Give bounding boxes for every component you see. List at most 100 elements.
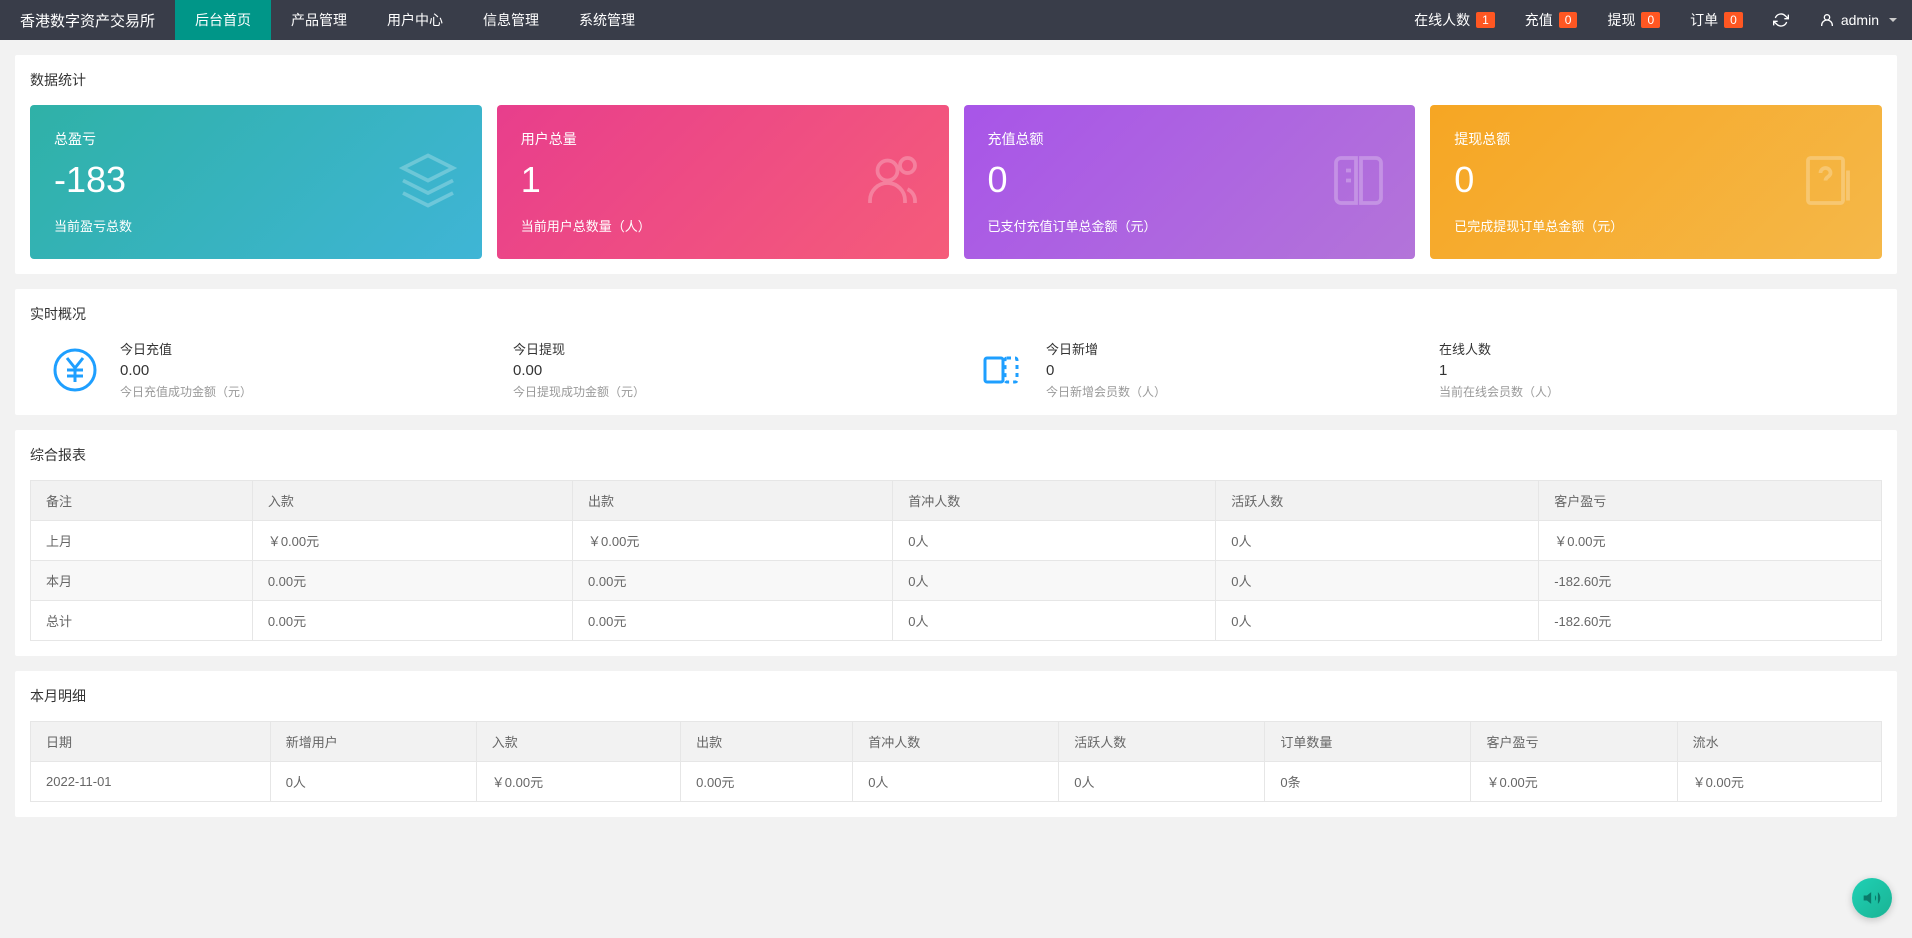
- refresh-button[interactable]: [1758, 0, 1804, 40]
- rt-value: 0: [1046, 362, 1166, 379]
- stat-card-withdraw: 提现总额 0 已完成提现订单总金额（元）: [1430, 105, 1882, 259]
- stat-card-users: 用户总量 1 当前用户总数量（人）: [497, 105, 949, 259]
- table-cell: 0人: [893, 521, 1216, 561]
- nav-dashboard[interactable]: 后台首页: [175, 0, 271, 40]
- table-cell: 0.00元: [573, 601, 893, 641]
- realtime-title: 实时概况: [30, 304, 1882, 324]
- rt-withdraw: 今日提现 0.00 今日提现成功金额（元）: [493, 339, 956, 400]
- rt-desc: 今日新增会员数（人）: [1046, 383, 1166, 400]
- deposit-label: 充值: [1525, 10, 1553, 30]
- deposit-indicator[interactable]: 充值 0: [1510, 0, 1593, 40]
- monthly-panel: 本月明细 日期新增用户入款出款首冲人数活跃人数订单数量客户盈亏流水 2022-1…: [15, 671, 1897, 817]
- table-header: 活跃人数: [1059, 722, 1265, 762]
- table-cell: 0.00元: [252, 601, 572, 641]
- table-cell: 0人: [893, 601, 1216, 641]
- rt-label: 今日新增: [1046, 339, 1166, 358]
- nav-system[interactable]: 系统管理: [559, 0, 655, 40]
- table-header: 订单数量: [1265, 722, 1471, 762]
- report-title: 综合报表: [30, 445, 1882, 465]
- rt-value: 0.00: [513, 362, 645, 379]
- table-cell: ￥0.00元: [573, 521, 893, 561]
- deposit-badge: 0: [1559, 12, 1578, 28]
- table-cell: 总计: [31, 601, 253, 641]
- stat-grid: 总盈亏 -183 当前盈亏总数 用户总量 1 当前用户总数量（人） 充值总额 0…: [30, 105, 1882, 259]
- table-cell: 0.00元: [681, 762, 853, 802]
- table-cell: 0.00元: [573, 561, 893, 601]
- table-header: 出款: [573, 481, 893, 521]
- username: admin: [1841, 12, 1879, 28]
- table-row: 总计0.00元0.00元0人0人-182.60元: [31, 601, 1882, 641]
- card-icon: [976, 345, 1026, 395]
- table-cell: 2022-11-01: [31, 762, 271, 802]
- table-cell: 0人: [270, 762, 476, 802]
- realtime-panel: 实时概况 今日充值 0.00 今日充值成功金额（元） 今日提现 0.00 今日提…: [15, 289, 1897, 415]
- rt-desc: 今日提现成功金额（元）: [513, 383, 645, 400]
- user-icon: [1819, 12, 1835, 28]
- withdraw-label: 提现: [1607, 10, 1635, 30]
- stat-label: 用户总量: [521, 129, 925, 149]
- brand: 香港数字资产交易所: [0, 10, 175, 31]
- table-cell: 0人: [1216, 521, 1539, 561]
- rt-deposit: 今日充值 0.00 今日充值成功金额（元）: [30, 339, 493, 400]
- stat-desc: 已支付充值订单总金额（元）: [988, 216, 1392, 235]
- rt-label: 今日提现: [513, 339, 645, 358]
- table-header: 出款: [681, 722, 853, 762]
- table-cell: 0人: [853, 762, 1059, 802]
- table-cell: ￥0.00元: [1677, 762, 1881, 802]
- audio-button[interactable]: [1852, 878, 1892, 918]
- table-cell: 本月: [31, 561, 253, 601]
- book-icon: [1331, 151, 1391, 214]
- table-row: 2022-11-010人￥0.00元0.00元0人0人0条￥0.00元￥0.00…: [31, 762, 1882, 802]
- table-cell: 0.00元: [252, 561, 572, 601]
- table-header: 客户盈亏: [1539, 481, 1882, 521]
- stat-label: 总盈亏: [54, 129, 458, 149]
- stat-label: 充值总额: [988, 129, 1392, 149]
- table-header: 首冲人数: [893, 481, 1216, 521]
- main-nav: 后台首页 产品管理 用户中心 信息管理 系统管理: [175, 0, 655, 40]
- table-cell: 0人: [893, 561, 1216, 601]
- stat-desc: 当前盈亏总数: [54, 216, 458, 235]
- table-cell: ￥0.00元: [252, 521, 572, 561]
- users-icon: [865, 151, 925, 214]
- realtime-grid: 今日充值 0.00 今日充值成功金额（元） 今日提现 0.00 今日提现成功金额…: [30, 339, 1882, 400]
- report-panel: 综合报表 备注入款出款首冲人数活跃人数客户盈亏 上月￥0.00元￥0.00元0人…: [15, 430, 1897, 656]
- table-header: 新增用户: [270, 722, 476, 762]
- rt-desc: 今日充值成功金额（元）: [120, 383, 252, 400]
- table-header: 流水: [1677, 722, 1881, 762]
- online-label: 在线人数: [1414, 10, 1470, 30]
- table-header: 活跃人数: [1216, 481, 1539, 521]
- user-menu[interactable]: admin: [1804, 0, 1912, 40]
- header: 香港数字资产交易所 后台首页 产品管理 用户中心 信息管理 系统管理 在线人数 …: [0, 0, 1912, 40]
- table-cell: 0人: [1059, 762, 1265, 802]
- table-cell: ￥0.00元: [476, 762, 680, 802]
- help-doc-icon: [1798, 151, 1858, 214]
- table-cell: 0条: [1265, 762, 1471, 802]
- content: 数据统计 总盈亏 -183 当前盈亏总数 用户总量 1 当前用户总数量（人） 充…: [0, 40, 1912, 847]
- table-header: 入款: [476, 722, 680, 762]
- order-indicator[interactable]: 订单 0: [1675, 0, 1758, 40]
- rt-label: 今日充值: [120, 339, 252, 358]
- rt-value: 0.00: [120, 362, 252, 379]
- table-cell: 0人: [1216, 601, 1539, 641]
- stats-title: 数据统计: [30, 70, 1882, 90]
- online-badge: 1: [1476, 12, 1495, 28]
- order-badge: 0: [1724, 12, 1743, 28]
- table-header: 日期: [31, 722, 271, 762]
- table-header: 备注: [31, 481, 253, 521]
- rt-desc: 当前在线会员数（人）: [1439, 383, 1559, 400]
- layers-icon: [398, 151, 458, 214]
- nav-user-center[interactable]: 用户中心: [367, 0, 463, 40]
- stat-card-profit: 总盈亏 -183 当前盈亏总数: [30, 105, 482, 259]
- order-label: 订单: [1690, 10, 1718, 30]
- audio-icon: [1862, 888, 1882, 908]
- nav-info[interactable]: 信息管理: [463, 0, 559, 40]
- nav-product[interactable]: 产品管理: [271, 0, 367, 40]
- yen-icon: [50, 345, 100, 395]
- rt-new-users: 今日新增 0 今日新增会员数（人）: [956, 339, 1419, 400]
- withdraw-indicator[interactable]: 提现 0: [1592, 0, 1675, 40]
- online-indicator[interactable]: 在线人数 1: [1399, 0, 1510, 40]
- table-row: 上月￥0.00元￥0.00元0人0人￥0.00元: [31, 521, 1882, 561]
- withdraw-badge: 0: [1641, 12, 1660, 28]
- stats-panel: 数据统计 总盈亏 -183 当前盈亏总数 用户总量 1 当前用户总数量（人） 充…: [15, 55, 1897, 274]
- rt-label: 在线人数: [1439, 339, 1559, 358]
